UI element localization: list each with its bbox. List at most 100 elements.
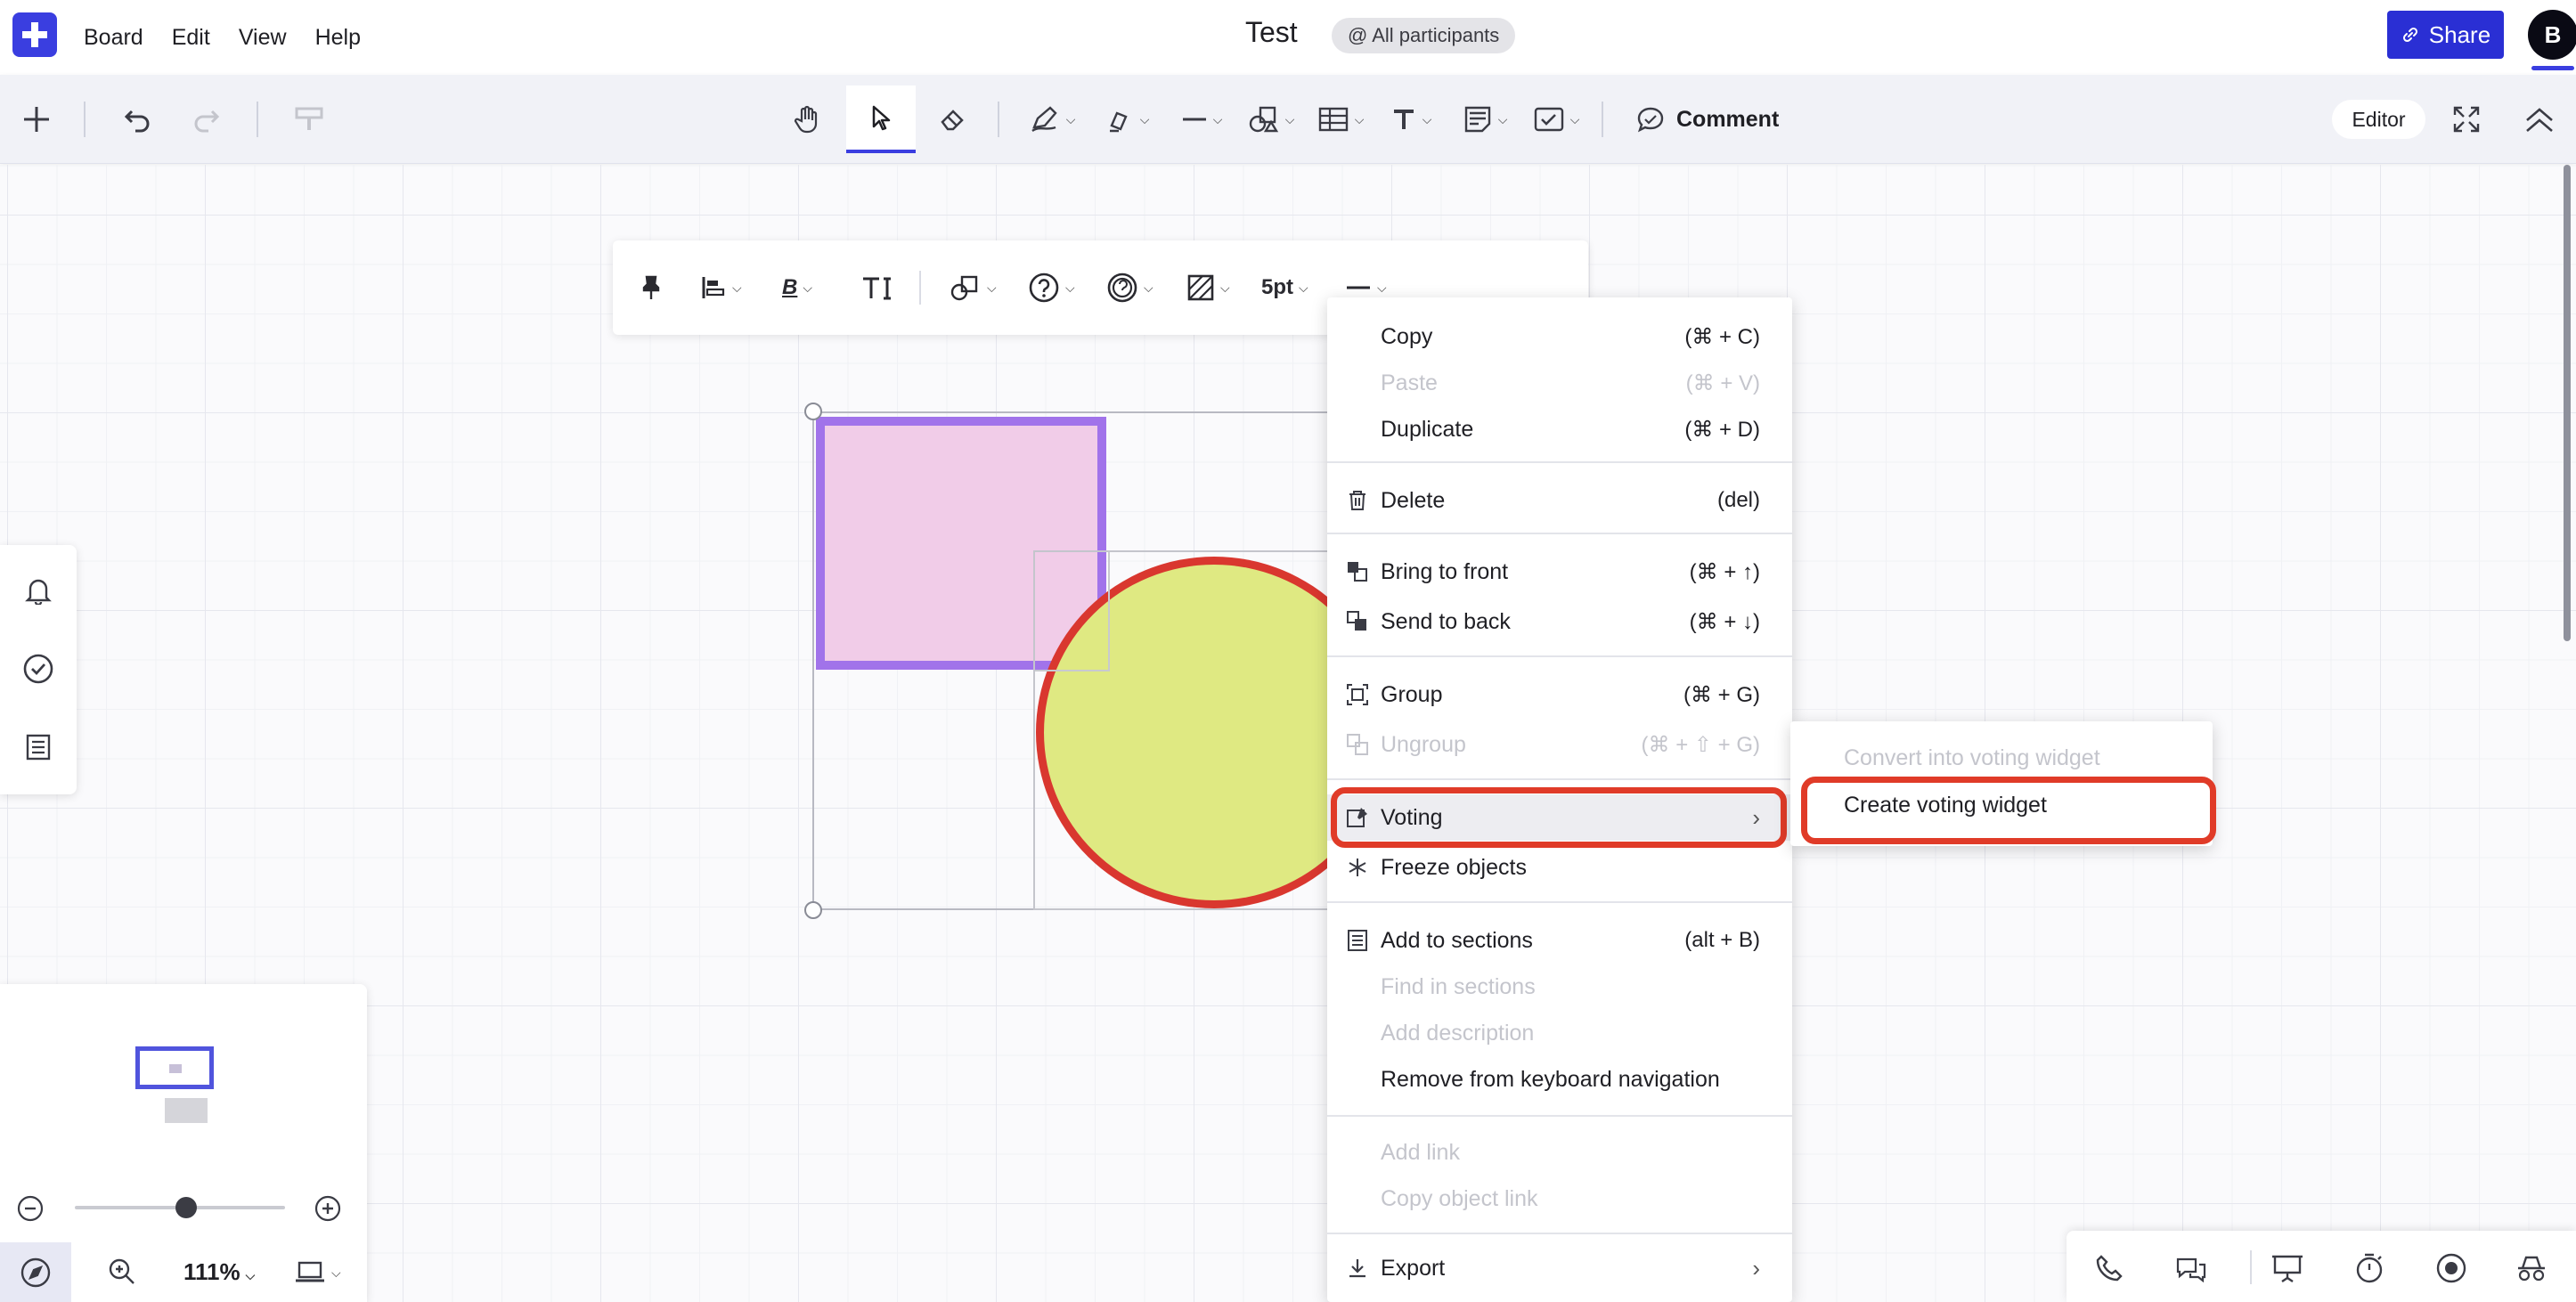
record-button[interactable] [2432, 1249, 2471, 1288]
stroke-width-value: 5pt [1261, 275, 1293, 299]
redo-button[interactable] [183, 93, 228, 146]
pin-button[interactable] [640, 267, 663, 308]
eraser-tool[interactable] [930, 93, 974, 146]
menu-item-group[interactable]: Group (⌘ + G) [1327, 671, 1792, 718]
minimap-content [169, 1064, 182, 1073]
chevron-right-icon: › [1752, 1254, 1760, 1282]
text-size-button[interactable] [860, 267, 893, 308]
line-icon [1182, 118, 1206, 121]
table-tool[interactable]: ⌵ [1309, 93, 1372, 146]
menu-item-delete[interactable]: Delete (del) [1327, 477, 1792, 524]
pin-icon [642, 275, 660, 299]
menu-item-copy[interactable]: Copy (⌘ + C) [1327, 313, 1792, 360]
text-tool[interactable]: ⌵ [1384, 93, 1438, 146]
incognito-button[interactable] [2512, 1249, 2551, 1288]
zoom-level-dropdown[interactable]: 111% ⌵ [183, 1258, 255, 1286]
undo-button[interactable] [116, 93, 160, 146]
help-button[interactable]: ⌵ [1028, 267, 1075, 308]
resize-handle-bottom-left[interactable] [804, 901, 822, 919]
menu-item-bring-to-front[interactable]: Bring to front (⌘ + ↑) [1327, 549, 1792, 595]
zoom-out-button[interactable] [16, 1194, 45, 1223]
menu-item-label: Copy [1381, 323, 1433, 349]
select-tool[interactable] [846, 85, 916, 153]
toolbar-divider [257, 102, 258, 137]
minimap-content [165, 1098, 208, 1123]
stroke-color-button[interactable]: ⌵ [1106, 267, 1153, 308]
bold-button[interactable]: B ⌵ [782, 267, 812, 308]
menu-divider [1327, 461, 1792, 463]
menu-item-send-to-back[interactable]: Send to back (⌘ + ↓) [1327, 598, 1792, 645]
align-button[interactable]: ⌵ [700, 267, 742, 308]
avatar[interactable]: B [2528, 10, 2576, 60]
menu-item-freeze-objects[interactable]: Freeze objects [1327, 844, 1792, 891]
pen-tool[interactable]: ⌵ [1021, 93, 1083, 146]
format-painter-button[interactable] [287, 93, 331, 146]
magnifier-icon [109, 1258, 135, 1284]
menu-item-add-description: Add description [1327, 1010, 1792, 1056]
menu-board[interactable]: Board [84, 25, 143, 51]
menu-item-label: Export [1381, 1255, 1446, 1281]
menu-item-duplicate[interactable]: Duplicate (⌘ + D) [1327, 406, 1792, 452]
menu-help[interactable]: Help [315, 25, 361, 51]
comment-button[interactable]: Comment [1635, 93, 1796, 146]
checkbox-tool[interactable]: ⌵ [1525, 93, 1587, 146]
toolbar-divider [84, 102, 86, 137]
hand-tool[interactable] [786, 93, 830, 146]
participants-badge[interactable]: @ All participants [1332, 18, 1516, 53]
sections-button[interactable] [18, 727, 59, 768]
device-preview-button[interactable]: ⌵ [294, 1257, 356, 1289]
zoom-in-button[interactable] [314, 1194, 342, 1223]
shapes-tool[interactable]: ⌵ [1240, 93, 1302, 146]
fill-pattern-icon [1187, 274, 1214, 301]
navigation-button[interactable] [0, 1242, 71, 1302]
zoom-slider-knob[interactable] [175, 1197, 198, 1218]
menu-item-label: Find in sections [1381, 973, 1536, 999]
chat-button[interactable] [2172, 1249, 2211, 1288]
undo-icon [124, 110, 150, 133]
resize-handle-top-left[interactable] [804, 403, 822, 420]
menu-divider [1327, 1233, 1792, 1234]
zoom-out-icon [17, 1195, 44, 1222]
menu-item-shortcut: (⌘ + V) [1685, 370, 1760, 395]
presentation-button[interactable] [2268, 1249, 2307, 1288]
shape-type-button[interactable]: ⌵ [950, 267, 997, 308]
menu-item-remove-from-keyboard-navigation[interactable]: Remove from keyboard navigation [1327, 1056, 1792, 1103]
share-button[interactable]: Share [2387, 11, 2504, 59]
share-label: Share [2428, 20, 2491, 48]
add-button[interactable] [14, 93, 59, 146]
sticky-note-tool[interactable]: ⌵ [1454, 93, 1516, 146]
menu-item-add-to-sections[interactable]: Add to sections (alt + B) [1327, 917, 1792, 964]
menu-item-shortcut: (⌘ + C) [1684, 324, 1760, 349]
tasks-button[interactable] [18, 648, 59, 689]
menu-edit[interactable]: Edit [172, 25, 210, 51]
menu-item-shortcut: (⌘ + G) [1683, 682, 1760, 707]
timer-button[interactable] [2350, 1249, 2389, 1288]
collapse-icon [2526, 108, 2553, 132]
link-icon [2402, 27, 2417, 43]
line-tool[interactable]: ⌵ [1170, 93, 1233, 146]
collapse-toolbar-button[interactable] [2517, 93, 2562, 146]
fullscreen-button[interactable] [2444, 93, 2489, 146]
eraser-icon [941, 110, 964, 131]
record-icon [2436, 1253, 2466, 1283]
app-logo[interactable] [12, 12, 57, 57]
fill-button[interactable]: ⌵ [1186, 267, 1230, 308]
shapes-icon [950, 275, 978, 301]
check-circle-icon [23, 654, 53, 684]
zoom-fit-button[interactable] [107, 1257, 139, 1289]
notifications-button[interactable] [18, 570, 59, 611]
menu-item-label: Group [1381, 681, 1443, 707]
menu-view[interactable]: View [239, 25, 287, 51]
call-button[interactable] [2090, 1249, 2129, 1288]
mode-badge[interactable]: Editor [2332, 100, 2425, 139]
menu-item-label: Add link [1381, 1139, 1460, 1165]
board-title[interactable]: Test [1245, 16, 1298, 49]
vertical-scrollbar[interactable] [2564, 165, 2571, 641]
zoom-level: 111% [183, 1258, 240, 1285]
minimap-footer: 111% ⌵ ⌵ [0, 1242, 367, 1302]
menu-item-export[interactable]: Export › [1327, 1245, 1792, 1291]
menu-item-shortcut: (del) [1716, 488, 1760, 512]
highlighter-tool[interactable]: ⌵ [1096, 93, 1158, 146]
format-painter-icon [295, 107, 323, 130]
stroke-width-button[interactable]: 5pt ⌵ [1261, 267, 1308, 308]
